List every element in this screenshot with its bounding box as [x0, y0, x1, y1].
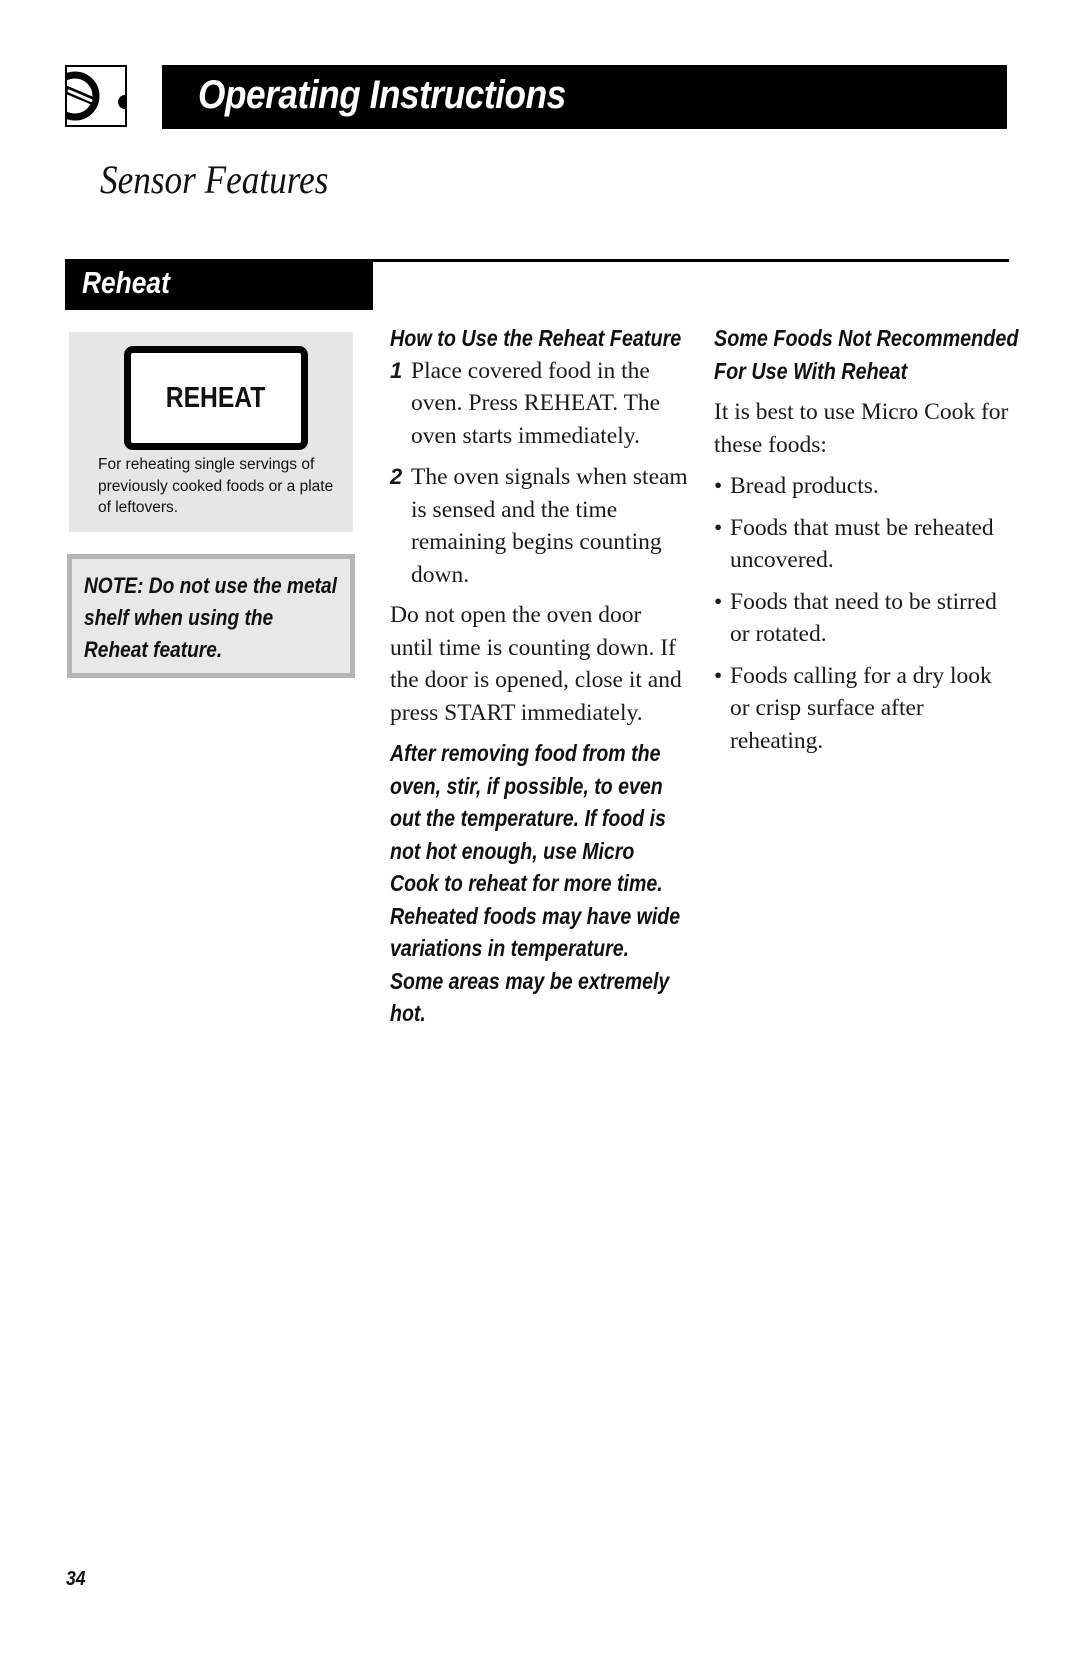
door-instruction: Do not open the oven door until time is … — [390, 602, 682, 726]
bullet-icon: • — [714, 588, 723, 615]
reheat-tab-label: Reheat — [82, 265, 170, 300]
page-number: 34 — [66, 1568, 86, 1590]
list-item: • Foods calling for a dry look or crisp … — [714, 660, 1014, 758]
oven-dial-icon — [65, 65, 127, 127]
bullet-icon: • — [714, 514, 723, 541]
list-item: • Foods that must be reheated uncovered. — [714, 512, 1014, 577]
bullet-icon: • — [714, 473, 723, 499]
step-text: Place covered food in the oven. Press RE… — [411, 357, 661, 449]
reheat-key-description: For reheating single servings of previou… — [98, 456, 334, 516]
how-to-column: How to Use the Reheat Feature 1 Place co… — [390, 322, 690, 1030]
how-to-heading: How to Use the Reheat Feature — [390, 325, 682, 351]
not-recommended-column: Some Foods Not Recommended For Use With … — [714, 322, 1018, 758]
step-item: 1 Place covered food in the oven. Press … — [390, 355, 690, 453]
step-text: The oven signals when steam is sensed an… — [411, 464, 688, 588]
list-item: • Foods that need to be stirred or rotat… — [714, 586, 1014, 651]
reheat-key-label: REHEAT — [166, 381, 266, 414]
section-title: Sensor Features — [100, 157, 329, 202]
list-item-text: Bread products. — [730, 473, 879, 499]
not-recommended-intro: It is best to use Micro Cook for these f… — [714, 399, 1009, 458]
section-divider — [372, 259, 1009, 262]
header-title: Operating Instructions — [198, 73, 566, 117]
reheat-tab: Reheat — [65, 259, 373, 310]
reheat-key-illustration: REHEAT — [124, 346, 308, 450]
reheat-key-panel: REHEAT For reheating single servings of … — [69, 332, 353, 532]
not-recommended-heading: Some Foods Not Recommended For Use With … — [714, 325, 1019, 384]
list-item-text: Foods that must be reheated uncovered. — [730, 514, 994, 574]
step-item: 2 The oven signals when steam is sensed … — [390, 461, 690, 591]
step-number: 2 — [390, 464, 403, 489]
list-item-text: Foods calling for a dry look or crisp su… — [730, 662, 992, 754]
oven-dial-graphic — [67, 71, 125, 121]
note-text: NOTE: Do not use the metal shelf when us… — [84, 573, 337, 662]
after-reheat-warning: After removing food from the oven, stir,… — [390, 740, 681, 1026]
header-bar: Operating Instructions — [162, 65, 1007, 129]
list-item-text: Foods that need to be stirred or rotated… — [730, 588, 997, 648]
step-number: 1 — [390, 357, 403, 383]
bullet-icon: • — [714, 662, 723, 689]
note-box: NOTE: Do not use the metal shelf when us… — [67, 554, 355, 678]
list-item: • Bread products. — [714, 470, 1014, 503]
